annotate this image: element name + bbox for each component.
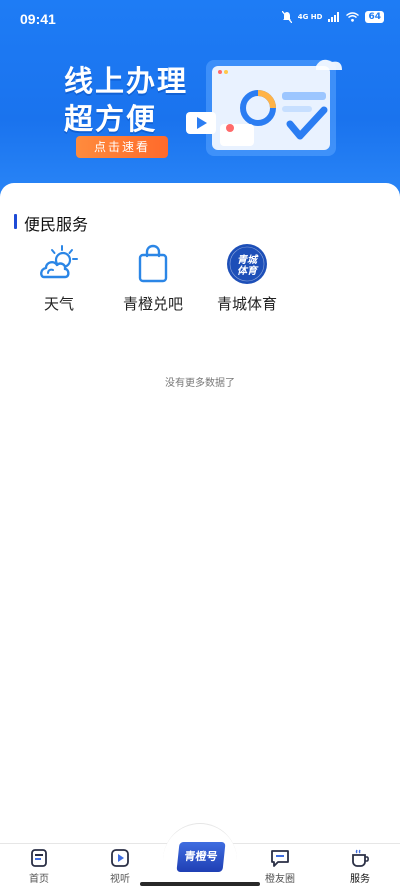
tab-label-qingcheng-hao: 青橙号 bbox=[183, 850, 219, 863]
status-bar: 09:41 4G HD 64 bbox=[0, 0, 400, 40]
home-indicator bbox=[140, 882, 260, 886]
battery-icon: 64 bbox=[365, 11, 384, 23]
service-grid: 天气 青橙兑吧 青城 体育 青城体育 bbox=[0, 243, 400, 323]
service-item-qingcheng-sports[interactable]: 青城 体育 青城体育 bbox=[202, 243, 292, 314]
tab-label-service: 服务 bbox=[350, 874, 370, 885]
tab-circle[interactable]: 橙友圈 bbox=[250, 848, 310, 885]
content-card: 便民服务 天气 青橙兑吧 青城 体育 青城体育 没有更多数据了 bbox=[0, 183, 400, 843]
service-label-qingcheng-sports: 青城体育 bbox=[216, 295, 277, 313]
banner-cta-button[interactable]: 点击速看 bbox=[76, 136, 168, 158]
wifi-icon bbox=[346, 12, 360, 22]
service-item-weather[interactable]: 天气 bbox=[14, 243, 104, 314]
section-title: 便民服务 bbox=[14, 211, 88, 235]
tab-service[interactable]: 服务 bbox=[330, 848, 390, 885]
empty-state-text: 没有更多数据了 bbox=[165, 378, 235, 389]
svg-text:体育: 体育 bbox=[237, 265, 259, 277]
weather-icon bbox=[40, 245, 78, 279]
tab-label-home: 首页 bbox=[29, 874, 49, 885]
home-icon bbox=[31, 849, 47, 867]
service-label-qingcheng-duiba: 青橙兑吧 bbox=[122, 295, 183, 313]
tab-qingcheng-hao[interactable]: 青橙号 bbox=[176, 842, 226, 872]
banner-title-line1: 线上办理 bbox=[64, 64, 189, 98]
header-banner-area: 09:41 4G HD 64 线上办理 超方便 点击速看 bbox=[0, 0, 400, 200]
banner-title-line2: 超方便 bbox=[64, 102, 158, 136]
play-icon bbox=[111, 849, 129, 867]
tab-video[interactable]: 视听 bbox=[90, 848, 150, 885]
mute-icon bbox=[281, 11, 292, 23]
status-time: 09:41 bbox=[20, 11, 56, 27]
service-item-qingcheng-duiba[interactable]: 青橙兑吧 bbox=[108, 243, 198, 314]
signal-icon bbox=[328, 12, 340, 22]
chat-icon bbox=[271, 850, 289, 867]
promo-banner[interactable]: 线上办理 超方便 点击速看 bbox=[56, 52, 356, 170]
shopping-bag-icon bbox=[138, 244, 168, 283]
svg-text:青城: 青城 bbox=[237, 254, 259, 266]
banner-illustration bbox=[186, 59, 342, 156]
service-cup-icon bbox=[352, 849, 369, 867]
network-indicator: 4G HD bbox=[297, 13, 323, 21]
service-label-weather: 天气 bbox=[43, 295, 74, 313]
qingcheng-sports-logo: 青城 体育 bbox=[227, 244, 267, 284]
status-icons: 4G HD 64 bbox=[281, 11, 384, 23]
tab-home[interactable]: 首页 bbox=[9, 848, 69, 885]
